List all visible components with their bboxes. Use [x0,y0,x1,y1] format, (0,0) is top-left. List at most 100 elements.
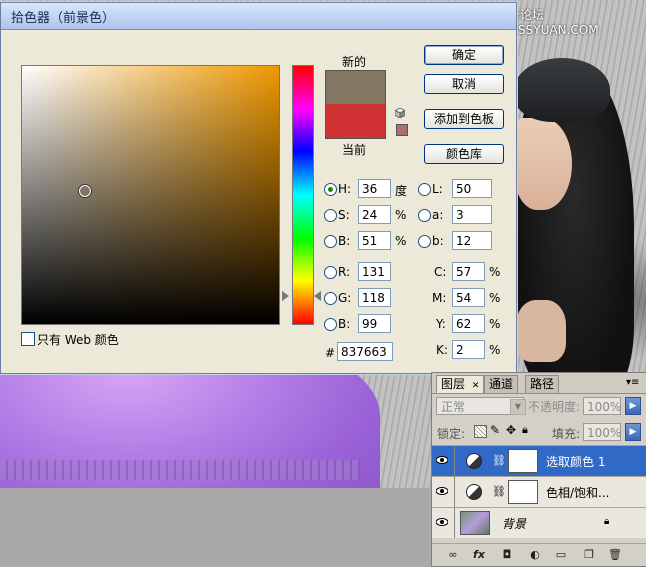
hex-label: # [325,346,336,360]
lock-icon: 🔒︎ [604,516,610,527]
model-hat [514,58,610,122]
cancel-button[interactable]: 取消 [424,74,504,94]
layer-name[interactable]: 选取颜色 1 [546,453,605,470]
layer-name[interactable]: 背景 [502,515,526,532]
hue-input[interactable]: 36 [358,179,391,198]
cyan-unit: % [489,265,501,279]
eye-icon[interactable] [436,485,448,497]
divider [454,446,455,476]
yellow-label: Y: [436,317,446,331]
hex-input[interactable]: 837663 [337,342,393,361]
tab-channels[interactable]: 通道 [484,375,519,393]
magenta-input[interactable]: 54 [452,288,485,307]
color-field[interactable] [21,65,280,325]
web-colors-only-label: 只有 Web 颜色 [37,333,119,347]
hue-slider[interactable] [292,65,314,325]
link-layers-icon[interactable]: ∞ [446,548,460,562]
eye-icon[interactable] [436,516,448,528]
new-adjustment-icon[interactable]: ◐ [528,548,542,562]
cyan-input[interactable]: 57 [452,262,485,281]
saturation-input[interactable]: 24 [358,205,391,224]
chain-link-icon[interactable]: ⛓ [492,454,506,467]
red-label: R: [338,265,351,279]
red-input[interactable]: 131 [358,262,391,281]
lock-position-icon[interactable]: ✥ [506,423,516,437]
brightness-radio[interactable] [324,235,337,248]
lab-b-label: b: [432,234,444,248]
blue-radio[interactable] [324,318,337,331]
opacity-arrow-icon[interactable]: ▶ [625,397,641,415]
opacity-input[interactable]: 100% [583,397,621,415]
red-radio[interactable] [324,266,337,279]
lock-all-icon[interactable]: 🔒︎ [522,423,528,437]
hue-unit: 度 [395,184,408,198]
tab-layers-label: 图层 [441,377,466,391]
layer-mask-thumbnail[interactable] [508,449,538,473]
fill-arrow-icon[interactable]: ▶ [625,423,641,441]
tab-paths[interactable]: 路径 [525,375,560,393]
saturation-radio[interactable] [324,209,337,222]
new-layer-icon[interactable]: ❐ [582,548,596,562]
opacity-label: 不透明度: [528,400,581,414]
black-label: K: [436,343,448,357]
color-field-marker[interactable] [79,185,91,197]
lab-a-input[interactable]: 3 [452,205,492,224]
magenta-unit: % [489,291,501,305]
hue-slider-left-arrow-icon[interactable] [282,291,289,301]
adjustment-layer-icon [466,453,482,469]
chevron-down-icon[interactable]: ▼ [510,399,526,415]
eye-icon[interactable] [436,454,448,466]
chain-link-icon[interactable]: ⛓ [492,485,506,498]
green-radio[interactable] [324,292,337,305]
lab-b-radio[interactable] [418,235,431,248]
hue-radio[interactable] [324,183,337,196]
black-input[interactable]: 2 [452,340,485,359]
fx-icon[interactable]: fx [472,548,486,562]
layer-name[interactable]: 色相/饱和... [546,484,610,501]
lock-transparency-icon[interactable] [474,425,487,438]
brightness-unit: % [395,234,407,248]
panel-menu-icon[interactable]: ▾≡ [626,377,639,388]
web-safe-cube-icon[interactable] [395,108,405,118]
current-color-label: 当前 [342,143,367,157]
fill-input[interactable]: 100% [583,423,621,441]
hue-slider-right-arrow-icon[interactable] [314,291,321,301]
trash-icon[interactable]: 🗑︎ [608,548,622,562]
tab-layers[interactable]: 图层 ✕ [436,375,485,393]
layer-row[interactable]: ⛓ 选取颜色 1 [432,445,646,476]
saturation-label: S: [338,208,350,222]
brightness-input[interactable]: 51 [358,231,391,250]
color-libraries-button[interactable]: 颜色库 [424,144,504,164]
panel-tabbar: 图层 ✕ 通道 路径 ▾≡ [432,373,646,394]
layers-panel: 图层 ✕ 通道 路径 ▾≡ 正常 ▼ 不透明度: 100% ▶ 锁定: ✎ ✥ … [431,372,646,567]
divider [454,477,455,507]
dialog-titlebar[interactable]: 拾色器（前景色） [1,3,516,30]
add-to-swatches-button[interactable]: 添加到色板 [424,109,504,129]
lab-l-input[interactable]: 50 [452,179,492,198]
black-unit: % [489,343,501,357]
skirt-lace [0,460,360,480]
green-input[interactable]: 118 [358,288,391,307]
model-arm [516,300,566,362]
layers-footer: ∞ fx ◘ ◐ ▭ ❐ 🗑︎ [432,543,646,566]
layer-thumbnail[interactable] [460,511,490,535]
lock-image-icon[interactable]: ✎ [490,423,500,437]
lab-l-radio[interactable] [418,183,431,196]
brightness-label: B: [338,234,351,248]
add-mask-icon[interactable]: ◘ [500,548,514,562]
lab-a-radio[interactable] [418,209,431,222]
close-icon[interactable]: ✕ [472,381,480,391]
web-safe-color-swatch[interactable] [396,124,408,136]
layer-mask-thumbnail[interactable] [508,480,538,504]
layer-row[interactable]: 背景 🔒︎ [432,507,646,538]
current-color-swatch[interactable] [325,104,386,139]
ok-button[interactable]: 确定 [424,45,504,65]
new-group-icon[interactable]: ▭ [554,548,568,562]
blue-input[interactable]: 99 [358,314,391,333]
lab-b-input[interactable]: 12 [452,231,492,250]
dialog-title: 拾色器（前景色） [11,11,116,26]
layer-row[interactable]: ⛓ 色相/饱和... [432,476,646,507]
yellow-input[interactable]: 62 [452,314,485,333]
yellow-unit: % [489,317,501,331]
web-colors-only-checkbox[interactable] [21,332,35,346]
